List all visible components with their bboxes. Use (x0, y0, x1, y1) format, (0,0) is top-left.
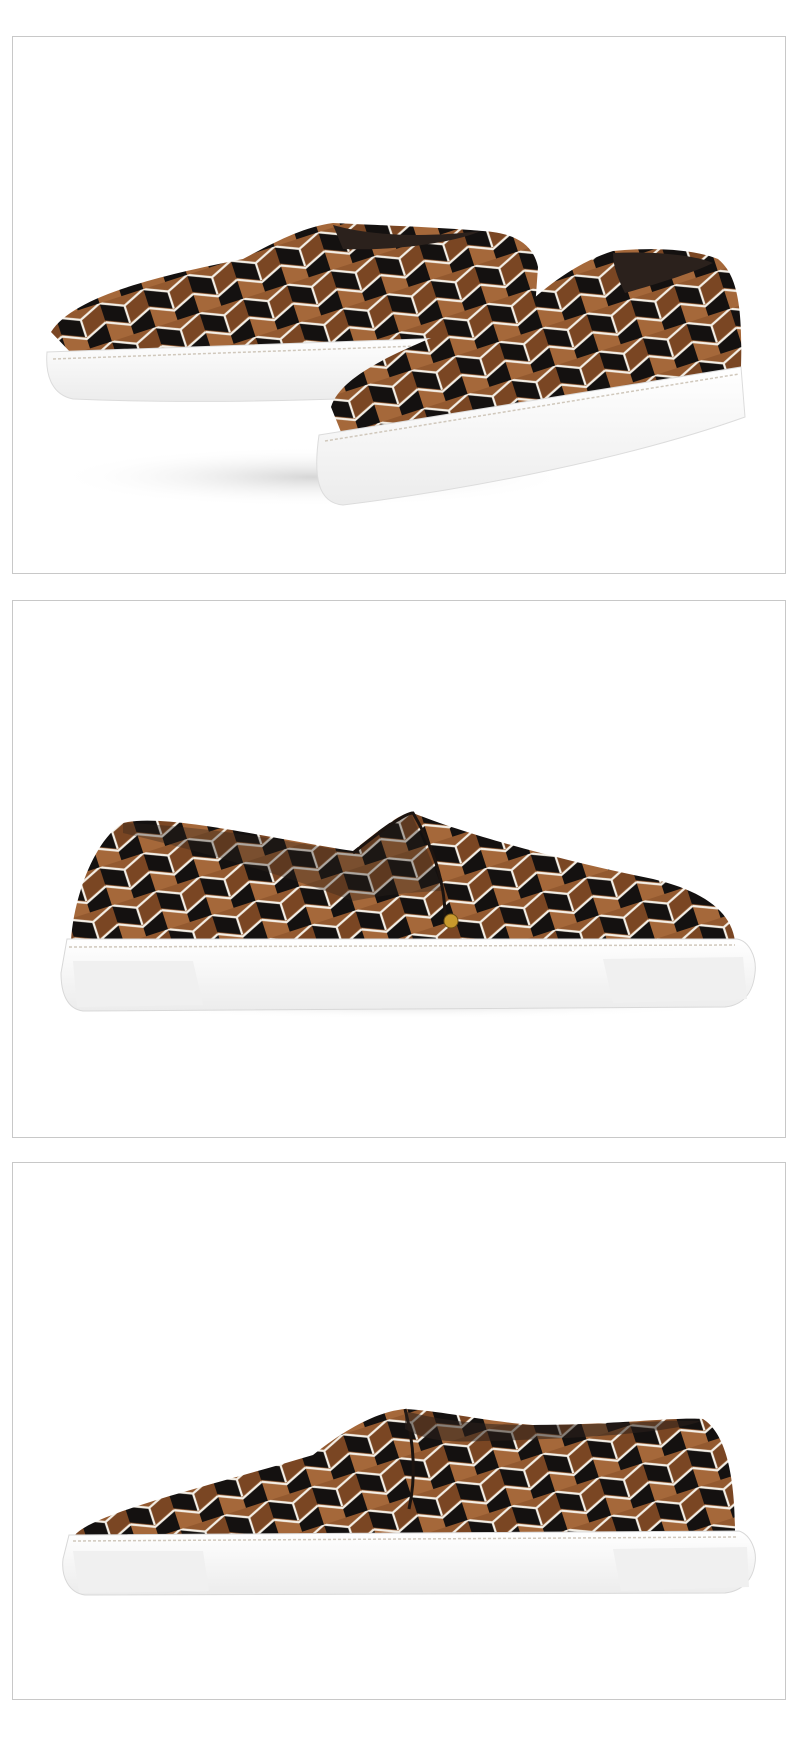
sneaker-pair-photo (46, 223, 746, 507)
sneaker-side-photo-right (62, 1408, 756, 1596)
product-photo-panel-1 (12, 36, 786, 574)
product-photo-panel-3 (12, 1162, 786, 1700)
product-photo-panel-2 (12, 600, 786, 1138)
sneaker-side-photo-left (60, 811, 756, 1019)
side-shoe-right (62, 1408, 756, 1596)
eyelet-icon (443, 913, 459, 929)
side-shoe-left (60, 811, 756, 1012)
